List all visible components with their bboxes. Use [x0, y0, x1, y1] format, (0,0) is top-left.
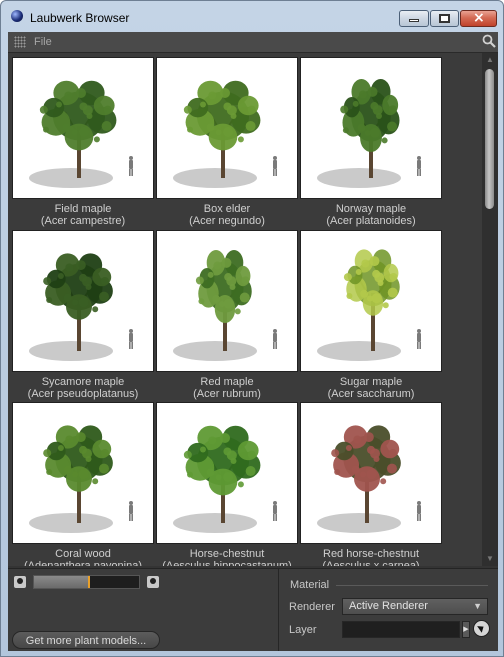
plant-tile[interactable]: Coral wood (Adenanthera pavonina) — [13, 403, 153, 566]
plant-latin-name: (Adenanthera pavonina) — [23, 560, 143, 566]
chevron-down-icon: ▼ — [473, 601, 482, 611]
grip-icon[interactable] — [14, 36, 26, 48]
window-title: Laubwerk Browser — [30, 11, 130, 25]
plant-common-name: Horse-chestnut — [189, 548, 265, 560]
slider-fill — [34, 576, 88, 588]
tree-image — [173, 250, 277, 361]
plant-latin-name: (Acer pseudoplatanus) — [27, 388, 139, 400]
gallery-scrollbar[interactable]: ▲ ▼ — [482, 53, 498, 566]
plant-tile[interactable]: Red horse-chestnut (Aesculus x carnea) — [301, 403, 441, 566]
person-large-icon[interactable] — [147, 576, 159, 588]
laubwerk-browser-window: Laubwerk Browser × File Field maple (Acer… — [0, 0, 504, 657]
plant-common-name: Field maple — [54, 203, 112, 215]
tree-image — [173, 425, 277, 533]
plant-thumbnail[interactable] — [157, 403, 297, 543]
plant-latin-name: (Acer rubrum) — [193, 388, 261, 400]
plant-common-name: Red horse-chestnut — [323, 548, 419, 560]
plant-thumbnail[interactable] — [301, 58, 441, 198]
plant-thumbnail[interactable] — [13, 231, 153, 371]
plant-tile[interactable]: Sugar maple (Acer saccharum) — [301, 231, 441, 401]
material-group: Material Renderer Active Renderer ▼ Laye… — [284, 573, 494, 647]
tree-image — [29, 80, 133, 188]
material-title-rule — [336, 585, 488, 586]
plant-thumbnail[interactable] — [301, 231, 441, 371]
plant-thumbnail[interactable] — [13, 58, 153, 198]
maximize-icon — [439, 14, 450, 23]
plant-common-name: Coral wood — [55, 548, 111, 560]
renderer-select[interactable]: Active Renderer ▼ — [342, 598, 488, 615]
minimize-icon — [409, 19, 419, 22]
plant-common-name: Red maple — [200, 376, 254, 388]
plant-gallery: Field maple (Acer campestre) Box elder (Ace… — [8, 53, 498, 566]
plant-common-name: Norway maple — [335, 203, 407, 215]
scroll-down-icon[interactable]: ▼ — [482, 552, 498, 566]
thumbnail-size-slider[interactable] — [33, 575, 140, 589]
menu-bar: File — [8, 32, 498, 53]
renderer-label: Renderer — [289, 601, 335, 613]
get-more-plants-button[interactable]: Get more plant models... — [12, 631, 160, 649]
plant-thumbnail[interactable] — [13, 403, 153, 543]
maximize-button[interactable] — [430, 10, 459, 27]
plant-latin-name: (Acer campestre) — [40, 215, 126, 227]
layer-field[interactable] — [342, 621, 460, 638]
layer-label: Layer — [289, 624, 317, 636]
browser-client: File Field maple (Acer campestre) Box elde… — [8, 32, 498, 651]
tree-image — [29, 253, 133, 361]
app-icon — [11, 10, 23, 22]
title-bar[interactable]: Laubwerk Browser × — [1, 1, 503, 29]
plant-thumbnail[interactable] — [157, 231, 297, 371]
plant-tile[interactable]: Red maple (Acer rubrum) — [157, 231, 297, 401]
plant-latin-name: (Acer saccharum) — [327, 388, 415, 400]
plant-tile[interactable]: Field maple (Acer campestre) — [13, 58, 153, 228]
tree-image — [317, 249, 421, 361]
menu-file[interactable]: File — [34, 36, 52, 48]
plant-tile[interactable]: Horse-chestnut (Aesculus hippocastanum) — [157, 403, 297, 566]
tree-image — [173, 80, 277, 188]
minimize-button[interactable] — [399, 10, 429, 27]
scrollbar-thumb[interactable] — [485, 69, 494, 209]
plant-latin-name: (Aesculus x carnea) — [322, 560, 420, 566]
plant-tile[interactable]: Box elder (Acer negundo) — [157, 58, 297, 228]
tree-image — [317, 425, 421, 533]
slider-knob[interactable] — [88, 576, 90, 588]
plant-latin-name: (Acer negundo) — [189, 215, 265, 227]
layer-arrow-icon[interactable]: ▶ — [462, 621, 470, 638]
tree-image — [317, 79, 421, 188]
plant-thumbnail[interactable] — [301, 403, 441, 543]
close-icon: × — [473, 10, 485, 26]
person-small-icon[interactable] — [14, 576, 26, 588]
plant-tile[interactable]: Norway maple (Acer platanoides) — [301, 58, 441, 228]
plant-latin-name: (Aesculus hippocastanum) — [162, 560, 292, 566]
search-icon[interactable] — [482, 34, 496, 48]
layer-picker-icon[interactable] — [473, 620, 490, 637]
renderer-value: Active Renderer — [349, 600, 428, 612]
plant-common-name: Sugar maple — [339, 376, 403, 388]
plant-latin-name: (Acer platanoides) — [326, 215, 416, 227]
close-button[interactable]: × — [460, 10, 497, 27]
plant-tile[interactable]: Sycamore maple (Acer pseudoplatanus) — [13, 231, 153, 401]
material-title: Material — [290, 579, 330, 591]
scroll-up-icon[interactable]: ▲ — [482, 53, 498, 67]
plant-thumbnail[interactable] — [157, 58, 297, 198]
tree-image — [29, 425, 133, 533]
plant-common-name: Sycamore maple — [41, 376, 125, 388]
bottom-panel: Get more plant models... Material Render… — [8, 568, 498, 651]
plant-common-name: Box elder — [203, 203, 251, 215]
panel-divider — [278, 569, 279, 651]
